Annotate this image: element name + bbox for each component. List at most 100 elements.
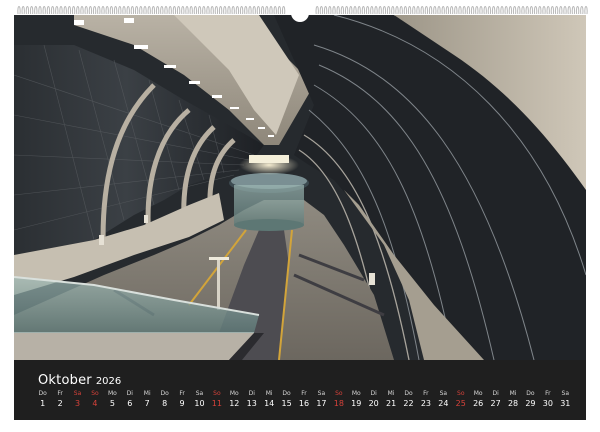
spiral-ring (235, 6, 240, 15)
spiral-ring (29, 6, 34, 15)
spiral-ring (567, 6, 571, 15)
spiral-ring (269, 6, 273, 15)
spiral-ring (197, 6, 202, 15)
spiral-ring (38, 6, 42, 15)
day-cell: Do 1 (34, 390, 51, 410)
weekday-label: Do (404, 390, 413, 397)
weekday-label: Sa (561, 390, 570, 397)
spiral-ring (550, 6, 555, 15)
weekday-label: So (91, 390, 99, 397)
day-cell: Sa 10 (191, 390, 208, 410)
weekday-label: Fr (301, 390, 307, 397)
spiral-ring (433, 6, 437, 15)
day-cell: Mo 12 (226, 390, 243, 410)
day-cell: Sa 31 (557, 390, 574, 410)
spiral-ring (260, 6, 265, 15)
spiral-ring (462, 6, 466, 15)
spiral-ring (563, 6, 567, 15)
spiral-ring (454, 6, 458, 15)
day-cell: Fr 23 (417, 390, 434, 410)
spiral-ring (437, 6, 441, 15)
spiral-ring (382, 6, 387, 15)
spiral-ring (84, 6, 88, 15)
day-number: 11 (211, 399, 222, 408)
month-label: Oktober (38, 373, 92, 388)
spiral-ring (105, 6, 109, 15)
spiral-ring (21, 6, 25, 15)
spiral-ring (143, 6, 147, 15)
spiral-ring (63, 6, 67, 15)
spiral-ring (181, 6, 185, 15)
day-number: 8 (162, 399, 168, 408)
day-number: 28 (507, 399, 519, 408)
weekday-label: Mi (143, 390, 151, 397)
day-cell: Do 15 (278, 390, 295, 410)
spiral-ring (575, 6, 580, 15)
day-cell: Fr 9 (174, 390, 191, 410)
spiral-ring (147, 6, 151, 15)
day-cell: Sa 24 (435, 390, 452, 410)
weekday-label: Mo (473, 390, 483, 397)
spiral-ring (252, 6, 256, 15)
day-cell: So 25 (452, 390, 469, 410)
weekday-label: Di (492, 390, 499, 397)
day-cell: Sa 17 (313, 390, 330, 410)
spiral-ring (420, 6, 424, 15)
weekday-label: So (457, 390, 465, 397)
weekday-label: Mi (265, 390, 273, 397)
day-cell: Di 6 (121, 390, 138, 410)
day-number: 4 (92, 399, 98, 408)
spiral-ring (80, 6, 84, 15)
weekday-label: Mo (351, 390, 361, 397)
day-cell: Mo 5 (104, 390, 121, 410)
day-number: 13 (246, 399, 257, 408)
day-cell: Mi 21 (383, 390, 400, 410)
spiral-ring (92, 6, 97, 15)
spiral-ring (491, 6, 496, 15)
spiral-ring (256, 6, 261, 15)
spiral-ring (428, 6, 433, 15)
photo-subway-station (14, 15, 586, 360)
spiral-ring (218, 6, 223, 15)
spiral-ring (395, 6, 399, 15)
spiral-ring (164, 6, 168, 15)
day-number: 24 (438, 399, 449, 408)
day-cell: So 4 (86, 390, 103, 410)
weekday-label: So (213, 390, 221, 397)
weekday-label: Do (282, 390, 291, 397)
weekday-label: Fr (545, 390, 551, 397)
spiral-ring (315, 6, 319, 15)
spiral-ring (559, 6, 563, 15)
spiral-ring (517, 6, 521, 15)
spiral-ring (340, 6, 345, 15)
spiral-ring (449, 6, 454, 15)
day-number: 19 (351, 399, 362, 408)
day-cell: Di 27 (487, 390, 504, 410)
spiral-ring (244, 6, 248, 15)
spiral-ring (391, 6, 395, 15)
spiral-ring (487, 6, 492, 15)
spiral-ring (223, 6, 227, 15)
spiral-ring (134, 6, 139, 15)
weekday-label: Sa (195, 390, 204, 397)
day-cell: Mi 14 (261, 390, 278, 410)
spiral-ring (370, 6, 374, 15)
spiral-ring (139, 6, 143, 15)
day-number: 31 (560, 399, 571, 408)
spiral-ring (265, 6, 269, 15)
day-number: 25 (455, 399, 466, 408)
spiral-ring (17, 6, 21, 15)
weekday-label: Fr (57, 390, 63, 397)
spiral-ring (46, 6, 51, 15)
day-number: 18 (333, 399, 344, 408)
spiral-ring (155, 6, 160, 15)
day-cell: Mi 28 (505, 390, 522, 410)
day-number: 14 (264, 399, 275, 408)
spiral-ring (130, 6, 135, 15)
spiral-ring (416, 6, 420, 15)
spiral-ring (571, 6, 576, 15)
spiral-ring (554, 6, 559, 15)
spiral-ring (353, 6, 357, 15)
spiral-ring (386, 6, 391, 15)
spiral-ring (319, 6, 324, 15)
